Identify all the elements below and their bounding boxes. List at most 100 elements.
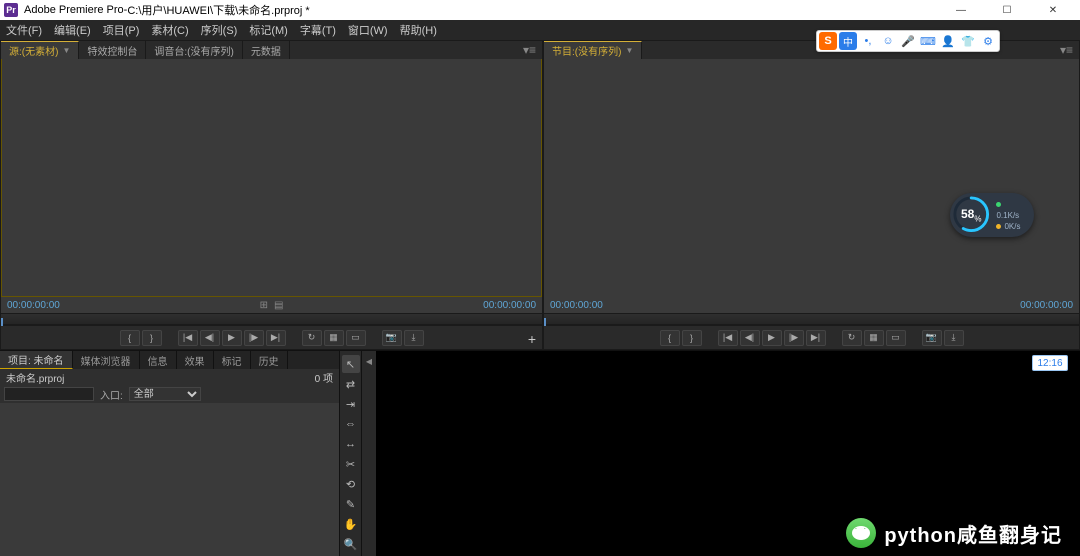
tab-program-label: 节目:(没有序列) <box>552 43 621 58</box>
source-tc-in[interactable]: 00:00:00:00 <box>7 300 60 311</box>
output-button[interactable]: ▭ <box>886 330 906 346</box>
app-logo: Pr <box>4 3 18 17</box>
tab-source-label: 源:(无素材) <box>9 43 58 58</box>
timeline-collapse-handle[interactable] <box>362 351 376 556</box>
tab-project[interactable]: 项目: 未命名 <box>0 351 73 369</box>
tool-zoom[interactable]: 🔍 <box>342 535 360 553</box>
export-frame-button[interactable]: ⤓ <box>404 330 424 346</box>
source-viewer[interactable] <box>1 59 542 297</box>
menu-project[interactable]: 项目(P) <box>103 22 140 38</box>
tool-rolling-edit[interactable]: ⇔ <box>342 415 360 433</box>
tool-pen[interactable]: ✎ <box>342 495 360 513</box>
goto-in-button[interactable]: |◀ <box>718 330 738 346</box>
mark-out-button[interactable]: } <box>682 330 702 346</box>
ime-account-button[interactable]: 👤 <box>939 32 957 50</box>
cpu-gauge: 58% <box>952 195 990 235</box>
clock-widget[interactable]: 12:16 <box>1032 355 1068 371</box>
wechat-icon <box>846 518 876 548</box>
source-tc-out[interactable]: 00:00:00:00 <box>483 300 536 311</box>
step-fwd-button[interactable]: |▶ <box>784 330 804 346</box>
play-button[interactable]: ▶ <box>762 330 782 346</box>
tool-hand[interactable]: ✋ <box>342 515 360 533</box>
source-timecode-row: 00:00:00:00 ⊞ ▤ 00:00:00:00 <box>1 297 542 313</box>
tab-metadata[interactable]: 元数据 <box>243 41 290 59</box>
export-frame-button[interactable]: ⤓ <box>944 330 964 346</box>
mark-in-button[interactable]: { <box>660 330 680 346</box>
tool-rate-stretch[interactable]: ↔ <box>342 435 360 453</box>
step-back-button[interactable]: ◀| <box>200 330 220 346</box>
panel-menu-icon[interactable]: ▾≡ <box>517 43 542 57</box>
minimize-button[interactable]: — <box>938 0 984 20</box>
loop-button[interactable]: ↻ <box>302 330 322 346</box>
project-item-count: 0 项 <box>315 370 333 385</box>
tab-media-browser[interactable]: 媒体浏览器 <box>73 351 140 369</box>
camera-button[interactable]: 📷 <box>382 330 402 346</box>
filter-label: 入口: <box>100 387 123 402</box>
tab-info[interactable]: 信息 <box>140 351 177 369</box>
lift-button[interactable]: ↻ <box>842 330 862 346</box>
source-time-ruler[interactable] <box>1 313 542 325</box>
extract-button[interactable]: ▦ <box>864 330 884 346</box>
filter-select[interactable]: 全部 <box>129 387 201 401</box>
step-fwd-button[interactable]: |▶ <box>244 330 264 346</box>
program-time-ruler[interactable] <box>544 313 1079 325</box>
fit-icon[interactable]: ⊞ <box>260 300 268 311</box>
goto-out-button[interactable]: ▶| <box>266 330 286 346</box>
tool-selection[interactable]: ↖ <box>342 355 360 373</box>
tab-audio-mixer[interactable]: 调音台:(没有序列) <box>146 41 242 59</box>
menu-edit[interactable]: 编辑(E) <box>54 22 91 38</box>
mark-out-button[interactable]: } <box>142 330 162 346</box>
tool-razor[interactable]: ✂ <box>342 455 360 473</box>
goto-out-button[interactable]: ▶| <box>806 330 826 346</box>
program-viewer[interactable] <box>544 59 1079 297</box>
menu-help[interactable]: 帮助(H) <box>400 22 437 38</box>
ime-voice-button[interactable]: 🎤 <box>899 32 917 50</box>
output-button[interactable]: ▭ <box>346 330 366 346</box>
program-tc-out[interactable]: 00:00:00:00 <box>1020 300 1073 311</box>
sogou-logo-icon[interactable]: S <box>819 32 837 50</box>
tab-source[interactable]: 源:(无素材) ▼ <box>1 41 79 59</box>
res-icon[interactable]: ▤ <box>274 300 283 311</box>
camera-button[interactable]: 📷 <box>922 330 942 346</box>
project-filename: 未命名.prproj <box>6 370 64 385</box>
ime-lang-toggle[interactable]: 中 <box>839 32 857 50</box>
tab-markers[interactable]: 标记 <box>214 351 251 369</box>
program-timecode-row: 00:00:00:00 00:00:00:00 <box>544 297 1079 313</box>
ime-softkbd-button[interactable]: ⌨ <box>919 32 937 50</box>
tool-slip[interactable]: ⟲ <box>342 475 360 493</box>
tool-track-select[interactable]: ⇄ <box>342 375 360 393</box>
tab-program[interactable]: 节目:(没有序列) ▼ <box>544 41 642 59</box>
menu-clip[interactable]: 素材(C) <box>151 22 188 38</box>
step-back-button[interactable]: ◀| <box>740 330 760 346</box>
mark-in-button[interactable]: { <box>120 330 140 346</box>
project-bin-area[interactable] <box>0 403 339 556</box>
goto-in-button[interactable]: |◀ <box>178 330 198 346</box>
maximize-button[interactable]: ☐ <box>984 0 1030 20</box>
project-filter-row: 入口: 全部 <box>0 385 339 403</box>
button-editor-plus[interactable]: + <box>528 331 536 347</box>
program-tc-in[interactable]: 00:00:00:00 <box>550 300 603 311</box>
chevron-down-icon[interactable]: ▼ <box>62 46 70 55</box>
ime-emoji-button[interactable]: ☺ <box>879 32 897 50</box>
timeline-panel[interactable]: python咸鱼翻身记 <box>362 351 1080 556</box>
ime-punct-toggle[interactable]: •, <box>859 32 877 50</box>
ime-toolbox-button[interactable]: ⚙ <box>979 32 997 50</box>
menu-file[interactable]: 文件(F) <box>6 22 42 38</box>
play-button[interactable]: ▶ <box>222 330 242 346</box>
panel-menu-icon[interactable]: ▾≡ <box>1054 43 1079 57</box>
menu-sequence[interactable]: 序列(S) <box>201 22 238 38</box>
performance-gauge-widget[interactable]: 58% 0.1K/s 0K/s <box>950 193 1034 237</box>
menu-window[interactable]: 窗口(W) <box>348 22 388 38</box>
tool-ripple-edit[interactable]: ⇥ <box>342 395 360 413</box>
menu-title[interactable]: 字幕(T) <box>300 22 336 38</box>
ime-toolbar[interactable]: S 中 •, ☺ 🎤 ⌨ 👤 👕 ⚙ <box>816 30 1000 52</box>
chevron-down-icon[interactable]: ▼ <box>625 46 633 55</box>
tab-history[interactable]: 历史 <box>251 351 288 369</box>
ime-skin-button[interactable]: 👕 <box>959 32 977 50</box>
close-button[interactable]: ✕ <box>1030 0 1076 20</box>
tab-effect-controls[interactable]: 特效控制台 <box>79 41 146 59</box>
project-search-input[interactable] <box>4 387 94 401</box>
menu-marker[interactable]: 标记(M) <box>249 22 288 38</box>
safe-margins-button[interactable]: ▦ <box>324 330 344 346</box>
tab-effects[interactable]: 效果 <box>177 351 214 369</box>
